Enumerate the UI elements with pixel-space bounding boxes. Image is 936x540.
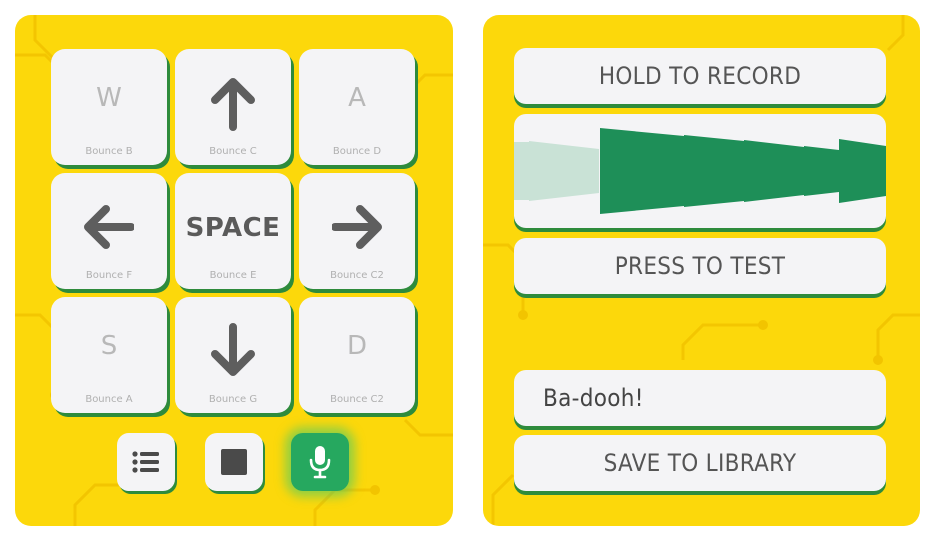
key-sound-label: Bounce A <box>85 394 133 405</box>
key-sound-label: Bounce B <box>85 146 133 157</box>
arrow-right-icon <box>332 205 382 249</box>
arrow-down-icon <box>211 323 255 376</box>
key-d[interactable]: D Bounce C2 <box>299 297 415 413</box>
save-label: SAVE TO LIBRARY <box>603 449 797 477</box>
waveform <box>514 128 886 214</box>
key-sound-label: Bounce C2 <box>330 394 384 405</box>
stop-icon <box>221 449 247 475</box>
sound-name-field[interactable]: Ba-dooh! <box>514 370 886 426</box>
key-label: SPACE <box>185 213 281 243</box>
waveform-display <box>514 114 886 228</box>
keypad-panel: W Bounce B Bounce C A Bounce D Bounce F … <box>15 15 453 526</box>
key-space[interactable]: SPACE Bounce E <box>175 173 291 289</box>
sound-name-value: Ba-dooh! <box>543 384 644 412</box>
key-s[interactable]: S Bounce A <box>51 297 167 413</box>
recorder-panel: HOLD TO RECORD PRESS TO TEST Ba-dooh! SA… <box>483 15 920 526</box>
save-to-library-button[interactable]: SAVE TO LIBRARY <box>514 435 886 491</box>
key-w[interactable]: W Bounce B <box>51 49 167 165</box>
key-sound-label: Bounce E <box>209 270 257 281</box>
key-left[interactable]: Bounce F <box>51 173 167 289</box>
list-icon <box>132 451 159 473</box>
key-sound-label: Bounce G <box>208 394 258 405</box>
key-label: D <box>346 331 368 361</box>
list-button[interactable] <box>117 433 175 491</box>
key-label: S <box>100 331 118 361</box>
stop-button[interactable] <box>205 433 263 491</box>
key-sound-label: Bounce C <box>209 146 257 157</box>
key-sound-label: Bounce D <box>332 146 382 157</box>
key-right[interactable]: Bounce C2 <box>299 173 415 289</box>
arrow-left-icon <box>84 205 134 249</box>
hold-to-record-button[interactable]: HOLD TO RECORD <box>514 48 886 104</box>
test-label: PRESS TO TEST <box>614 252 786 280</box>
key-a[interactable]: A Bounce D <box>299 49 415 165</box>
arrow-up-icon <box>211 78 255 131</box>
record-label: HOLD TO RECORD <box>598 62 802 90</box>
microphone-icon <box>309 446 331 479</box>
key-sound-label: Bounce F <box>85 270 133 281</box>
key-up[interactable]: Bounce C <box>175 49 291 165</box>
press-to-test-button[interactable]: PRESS TO TEST <box>514 238 886 294</box>
key-label: A <box>348 83 366 113</box>
key-sound-label: Bounce C2 <box>330 270 384 281</box>
key-label: W <box>96 83 122 113</box>
microphone-button[interactable] <box>291 433 349 491</box>
key-down[interactable]: Bounce G <box>175 297 291 413</box>
